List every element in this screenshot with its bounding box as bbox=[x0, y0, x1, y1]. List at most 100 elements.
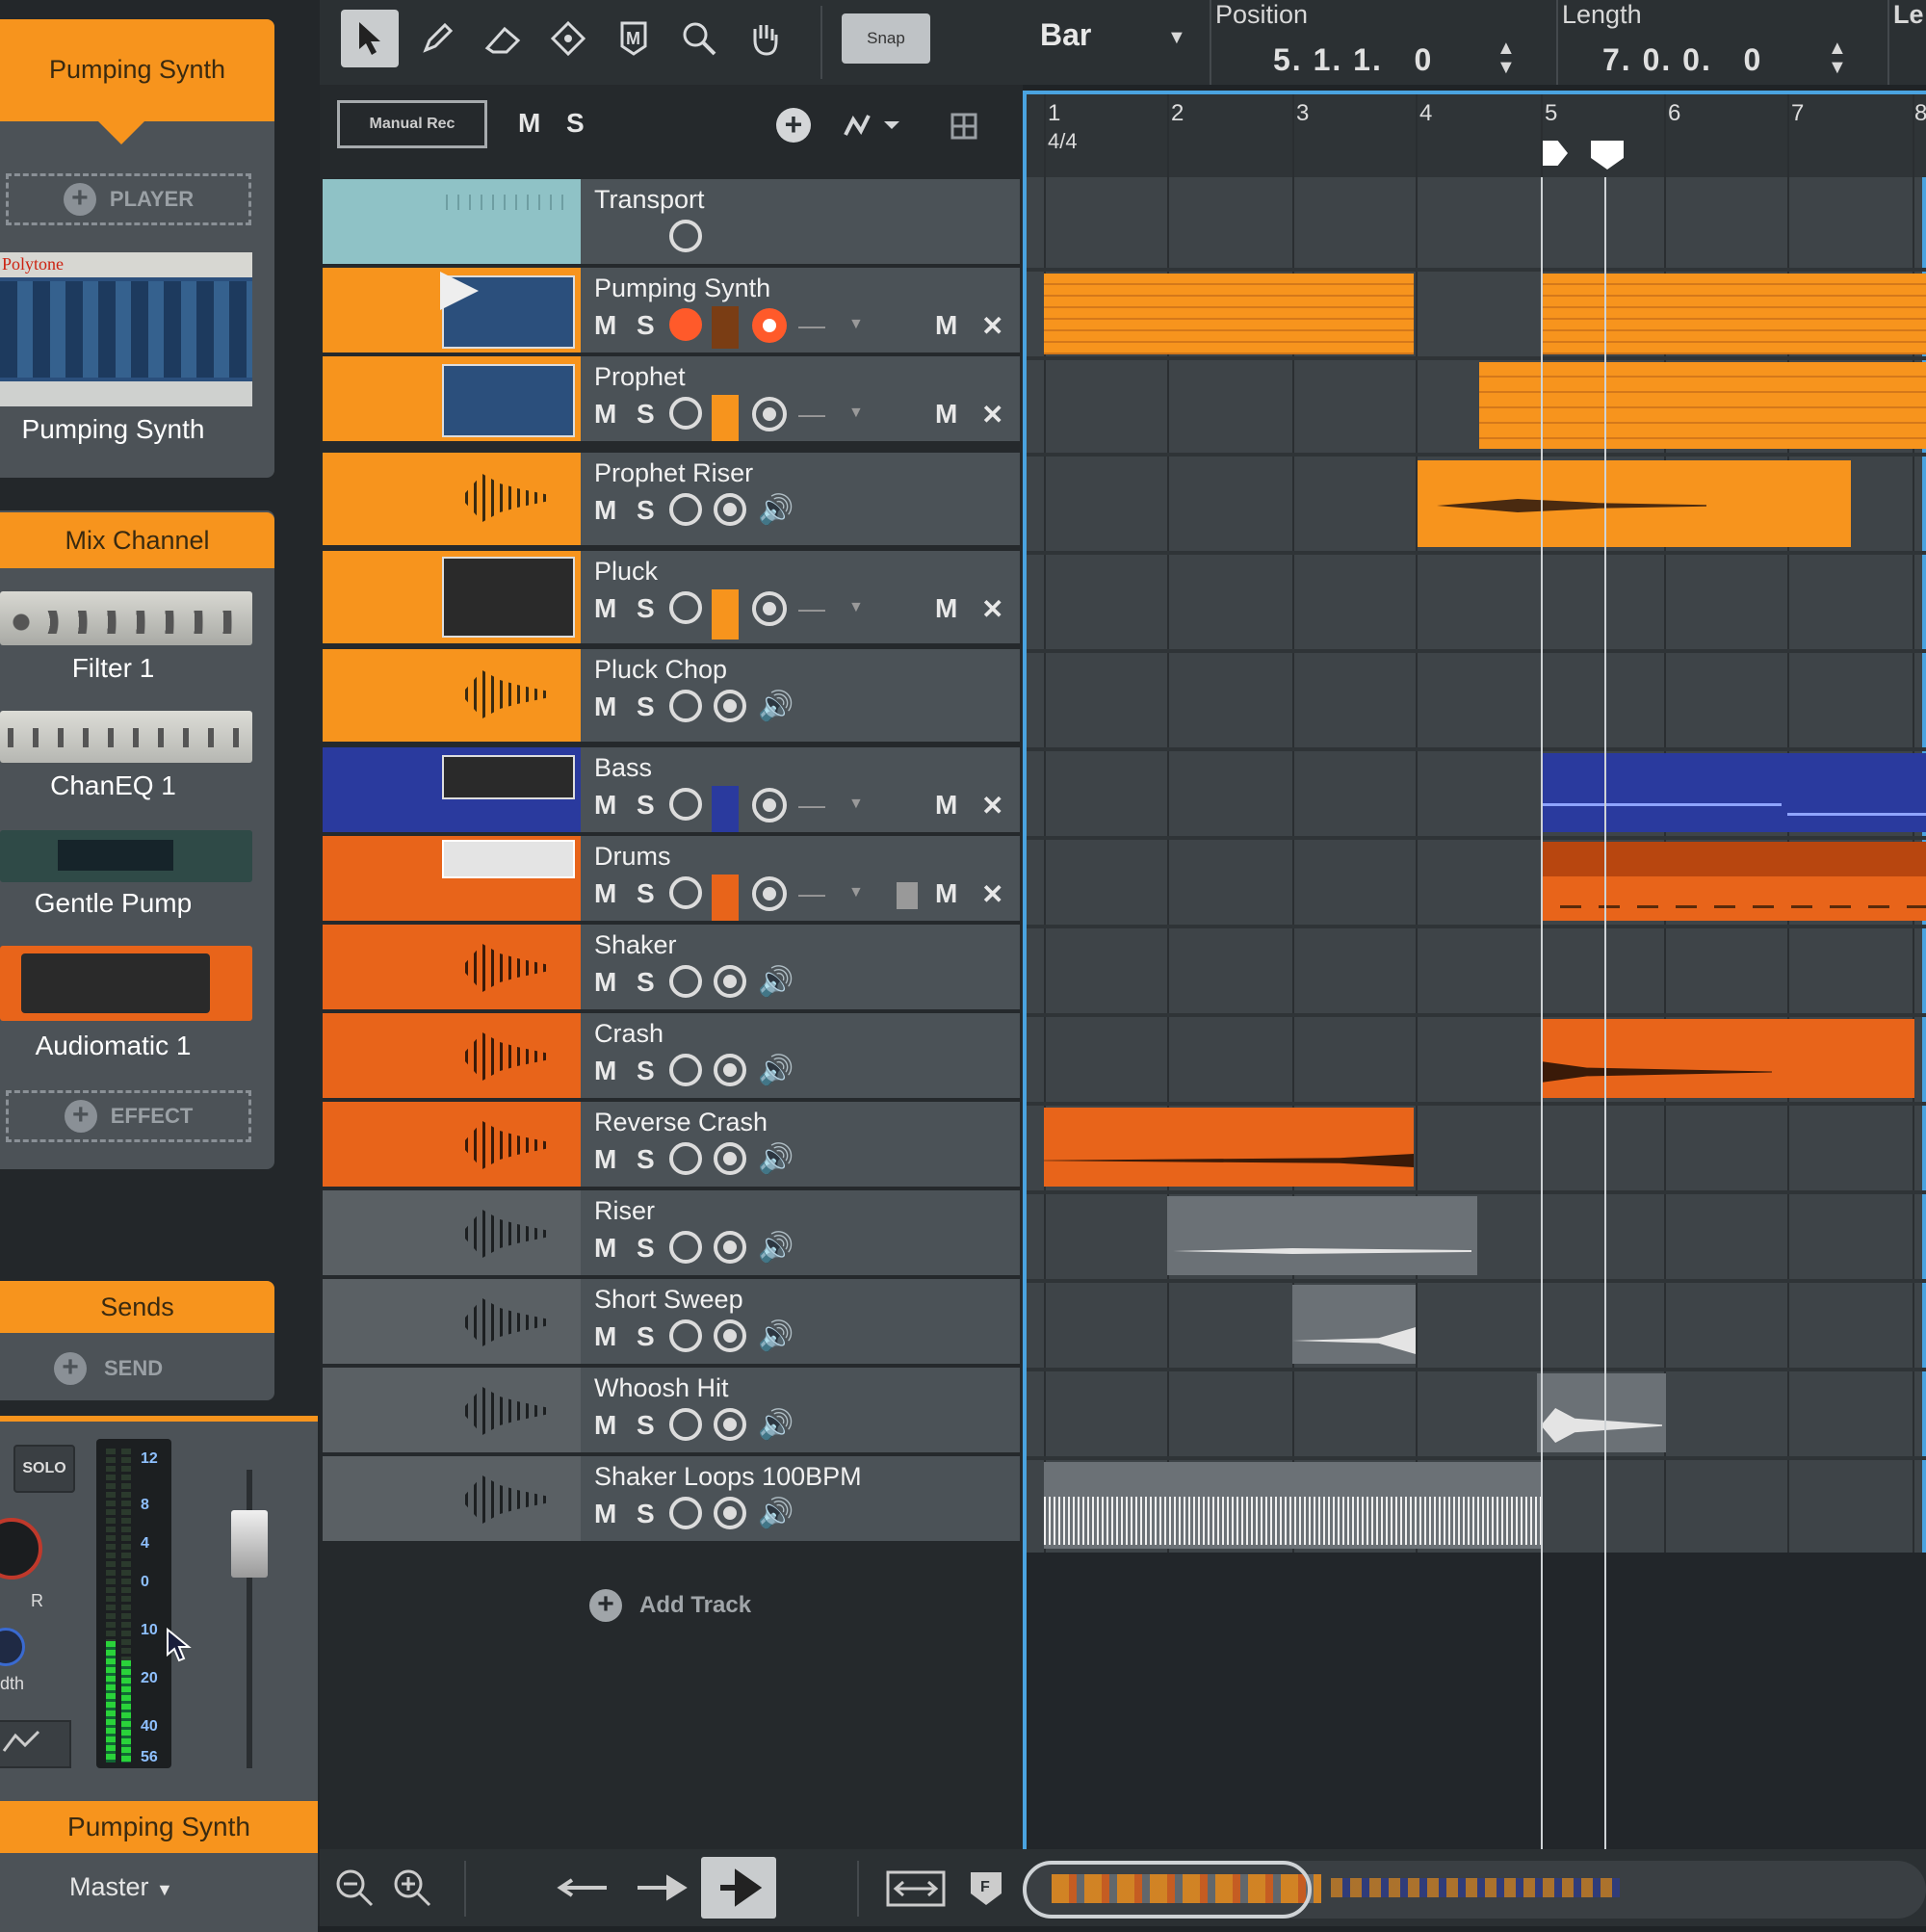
track-row-riser[interactable]: Riser M S 🔊 bbox=[323, 1190, 1020, 1275]
solo-button[interactable]: S bbox=[637, 399, 655, 430]
audio-clip[interactable] bbox=[1044, 1108, 1414, 1187]
record-arm-button[interactable] bbox=[714, 493, 746, 526]
zoom-in-icon[interactable] bbox=[391, 1867, 433, 1914]
sends-title[interactable]: Sends bbox=[0, 1281, 274, 1333]
automation-icon[interactable] bbox=[669, 220, 702, 252]
audio-clip[interactable] bbox=[1537, 1373, 1666, 1452]
input-mute-button[interactable]: M bbox=[935, 593, 957, 624]
record-arm-button[interactable] bbox=[752, 788, 787, 822]
split-tool-icon[interactable] bbox=[539, 10, 597, 67]
volume-fader-handle[interactable] bbox=[231, 1510, 268, 1578]
gentle-pump-device-image[interactable] bbox=[0, 830, 252, 882]
record-arm-button[interactable] bbox=[714, 1054, 746, 1086]
solo-button[interactable]: S bbox=[637, 692, 655, 722]
track-row-reverse-crash[interactable]: Reverse Crash M S 🔊 bbox=[323, 1102, 1020, 1187]
mute-button[interactable]: M bbox=[594, 1144, 616, 1175]
add-effect-button[interactable]: + EFFECT bbox=[6, 1090, 251, 1142]
track-row-shaker-loops[interactable]: Shaker Loops 100BPM M S 🔊 bbox=[323, 1456, 1020, 1541]
marker-flag-icon[interactable]: F bbox=[967, 1868, 1005, 1914]
width-knob[interactable] bbox=[0, 1628, 25, 1666]
add-player-button[interactable]: + PLAYER bbox=[6, 173, 251, 225]
speaker-icon[interactable]: 🔊 bbox=[758, 1319, 794, 1353]
speaker-icon[interactable]: 🔊 bbox=[758, 493, 794, 527]
monitor-icon[interactable] bbox=[669, 397, 702, 430]
mute-button[interactable]: M bbox=[594, 692, 616, 722]
audiomatic-device-image[interactable] bbox=[0, 946, 252, 1021]
chevron-down-icon[interactable]: ▼ bbox=[848, 316, 864, 333]
solo-button[interactable]: S bbox=[637, 310, 655, 341]
arrow-tool-icon[interactable] bbox=[341, 10, 399, 67]
monitor-icon[interactable] bbox=[669, 690, 702, 722]
midi-clip[interactable] bbox=[1541, 274, 1926, 354]
record-arm-button[interactable] bbox=[714, 690, 746, 722]
overview-scrollbar[interactable] bbox=[1023, 1861, 1926, 1919]
close-icon[interactable]: ✕ bbox=[981, 593, 1003, 625]
zoom-out-icon[interactable] bbox=[333, 1867, 376, 1914]
mute-button[interactable]: M bbox=[594, 1321, 616, 1352]
automation-mode-icon[interactable] bbox=[842, 106, 901, 149]
add-send-button[interactable]: + SEND bbox=[54, 1352, 163, 1385]
mute-button[interactable]: M bbox=[594, 495, 616, 526]
record-arm-button[interactable] bbox=[714, 1142, 746, 1175]
solo-button[interactable]: S bbox=[637, 1056, 655, 1086]
monitor-icon[interactable] bbox=[669, 493, 702, 526]
track-row-crash[interactable]: Crash M S 🔊 bbox=[323, 1013, 1020, 1098]
midi-clip[interactable] bbox=[1479, 362, 1926, 449]
solo-button[interactable]: S bbox=[637, 593, 655, 624]
track-row-shaker[interactable]: Shaker M S 🔊 bbox=[323, 925, 1020, 1009]
midi-clip[interactable] bbox=[1541, 842, 1926, 921]
audio-clip[interactable] bbox=[1418, 460, 1851, 547]
solo-button[interactable]: S bbox=[637, 1144, 655, 1175]
record-arm-button[interactable] bbox=[752, 876, 787, 911]
record-arm-button[interactable] bbox=[714, 1408, 746, 1441]
add-track-button[interactable]: + Add Track bbox=[589, 1589, 751, 1622]
audio-clip[interactable] bbox=[1044, 1462, 1541, 1549]
solo-button[interactable]: SOLO bbox=[13, 1445, 75, 1493]
track-row-prophet[interactable]: Prophet M S — ▼ M ✕ bbox=[323, 356, 1020, 441]
instrument-rack-title[interactable]: Pumping Synth bbox=[0, 19, 274, 121]
nudge-right-icon[interactable] bbox=[634, 1870, 688, 1910]
chevron-down-icon[interactable]: ▼ bbox=[1167, 27, 1186, 49]
solo-button[interactable]: S bbox=[637, 1321, 655, 1352]
monitor-icon[interactable] bbox=[669, 1231, 702, 1264]
monitor-icon[interactable] bbox=[669, 1142, 702, 1175]
track-row-prophet-riser[interactable]: Prophet Riser M S 🔊 bbox=[323, 453, 1020, 545]
monitor-icon[interactable] bbox=[669, 788, 702, 821]
speaker-icon[interactable]: 🔊 bbox=[758, 1142, 794, 1176]
record-arm-button[interactable] bbox=[714, 1231, 746, 1264]
mute-button[interactable]: M bbox=[594, 399, 616, 430]
input-mute-button[interactable]: M bbox=[935, 790, 957, 821]
eraser-tool-icon[interactable] bbox=[474, 10, 532, 67]
polytone-device-image[interactable]: Polytone bbox=[0, 252, 252, 406]
output-selector[interactable]: Master ▼ bbox=[69, 1872, 173, 1902]
monitor-icon[interactable] bbox=[669, 591, 702, 624]
chevron-down-icon[interactable]: ▼ bbox=[848, 405, 864, 422]
position-stepper-icon[interactable]: ▲ ▼ bbox=[1497, 39, 1516, 77]
mute-tool-icon[interactable]: M bbox=[605, 10, 663, 67]
close-icon[interactable]: ✕ bbox=[981, 790, 1003, 822]
solo-button[interactable]: S bbox=[637, 790, 655, 821]
snap-button[interactable]: Snap bbox=[842, 13, 930, 64]
collapse-arrow-icon[interactable] bbox=[96, 119, 146, 144]
chevron-down-icon[interactable]: ▼ bbox=[848, 796, 864, 813]
mute-button[interactable]: M bbox=[594, 310, 616, 341]
mute-button[interactable]: M bbox=[594, 878, 616, 909]
mute-button[interactable]: M bbox=[594, 1499, 616, 1529]
solo-button[interactable]: S bbox=[637, 967, 655, 998]
grid-view-icon[interactable] bbox=[950, 112, 978, 145]
manual-rec-button[interactable]: Manual Rec bbox=[337, 100, 487, 148]
track-row-drums[interactable]: Drums M S — ▼ M ✕ bbox=[323, 836, 1020, 921]
mute-button[interactable]: M bbox=[594, 790, 616, 821]
monitor-icon[interactable] bbox=[669, 1054, 702, 1086]
mix-channel-title[interactable]: Mix Channel bbox=[0, 512, 274, 568]
close-icon[interactable]: ✕ bbox=[981, 878, 1003, 910]
mute-button[interactable]: M bbox=[594, 1410, 616, 1441]
input-mute-button[interactable]: M bbox=[935, 878, 957, 909]
speaker-icon[interactable]: 🔊 bbox=[758, 1497, 794, 1530]
audio-clip[interactable] bbox=[1292, 1285, 1416, 1364]
monitor-icon[interactable] bbox=[669, 965, 702, 998]
overview-viewport-handle[interactable] bbox=[1023, 1861, 1312, 1919]
monitor-icon[interactable] bbox=[669, 308, 702, 341]
track-row-transport[interactable]: Transport bbox=[323, 179, 1020, 264]
global-solo-button[interactable]: S bbox=[566, 108, 585, 139]
